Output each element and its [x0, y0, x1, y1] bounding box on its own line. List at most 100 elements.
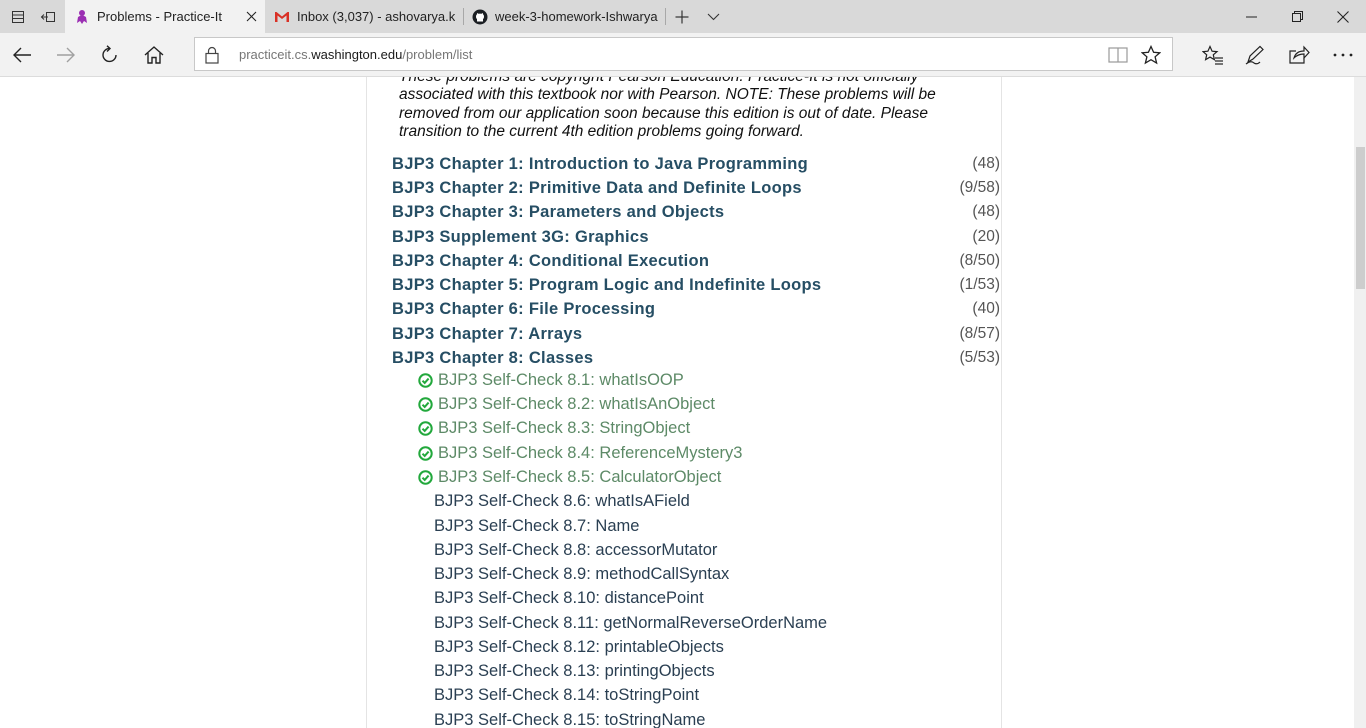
set-tabs-aside-icon[interactable] [32, 0, 64, 33]
chapter-count: (8/50) [959, 252, 1001, 269]
check-circle-icon [418, 396, 433, 412]
address-bar[interactable]: practiceit.cs.washington.edu/problem/lis… [194, 37, 1173, 71]
problem-item[interactable]: BJP3 Self-Check 8.3: StringObject [418, 418, 690, 438]
url-text[interactable]: practiceit.cs.washington.edu/problem/lis… [239, 47, 472, 62]
chapter-count: (20) [972, 228, 1000, 245]
chapter-count: (8/57) [959, 325, 1001, 342]
share-icon[interactable] [1279, 36, 1319, 74]
problem-item[interactable]: BJP3 Self-Check 8.8: accessorMutator [434, 540, 717, 560]
chapter-count: (1/53) [959, 276, 1001, 293]
chapter-count: (48) [972, 155, 1000, 172]
chapter-link[interactable]: BJP3 Chapter 1: Introduction to Java Pro… [392, 155, 808, 174]
chapter-row[interactable]: BJP3 Chapter 2: Primitive Data and Defin… [392, 179, 1002, 201]
problem-item[interactable]: BJP3 Self-Check 8.13: printingObjects [434, 661, 715, 681]
chapter-link[interactable]: BJP3 Chapter 3: Parameters and Objects [392, 203, 724, 222]
check-circle-icon [418, 372, 433, 388]
chapter-count: (48) [972, 203, 1000, 220]
tab-strip: Problems - Practice-It Inbox (3,037) - a… [0, 0, 1366, 33]
chapter-link[interactable]: BJP3 Chapter 8: Classes [392, 349, 593, 368]
url-prefix: practiceit.cs. [239, 47, 312, 62]
github-icon [472, 9, 488, 25]
problem-link[interactable]: BJP3 Self-Check 8.11: getNormalReverseOr… [434, 614, 827, 633]
chapter-row[interactable]: BJP3 Chapter 6: File Processing (40) [392, 300, 1002, 322]
close-tab-icon[interactable] [243, 8, 259, 24]
restore-icon[interactable] [1274, 0, 1320, 33]
chapter-link[interactable]: BJP3 Chapter 4: Conditional Execution [392, 252, 709, 271]
chapter-link[interactable]: BJP3 Chapter 2: Primitive Data and Defin… [392, 179, 802, 198]
chapter-row[interactable]: BJP3 Chapter 1: Introduction to Java Pro… [392, 155, 1002, 177]
lock-icon [204, 46, 220, 64]
copyright-notice: These problems are copyright Pearson Edu… [399, 77, 936, 140]
navigation-bar: practiceit.cs.washington.edu/problem/lis… [0, 33, 1366, 77]
tab-title: week-3-homework-Ishwarya [495, 9, 658, 24]
problem-link[interactable]: BJP3 Self-Check 8.4: ReferenceMystery3 [438, 444, 742, 463]
chapter-row[interactable]: BJP3 Chapter 8: Classes (5/53) [392, 349, 1002, 371]
chapter-row[interactable]: BJP3 Supplement 3G: Graphics (20) [392, 228, 1002, 250]
more-options-icon[interactable] [1323, 36, 1363, 74]
favorites-hub-icon[interactable] [1193, 36, 1233, 74]
chapter-link[interactable]: BJP3 Chapter 5: Program Logic and Indefi… [392, 276, 821, 295]
reading-view-icon[interactable] [1105, 42, 1131, 68]
check-circle-icon [418, 469, 433, 485]
gmail-icon [274, 9, 290, 25]
chapter-link[interactable]: BJP3 Supplement 3G: Graphics [392, 228, 649, 247]
problem-link[interactable]: BJP3 Self-Check 8.3: StringObject [438, 419, 690, 438]
url-path: /problem/list [402, 47, 473, 62]
chapter-row[interactable]: BJP3 Chapter 3: Parameters and Objects (… [392, 203, 1002, 225]
url-host: washington.edu [311, 47, 403, 62]
problem-link[interactable]: BJP3 Self-Check 8.13: printingObjects [434, 662, 715, 681]
chapter-count: (9/58) [959, 179, 1001, 196]
chapter-row[interactable]: BJP3 Chapter 4: Conditional Execution (8… [392, 252, 1002, 274]
tab-list-chevron-icon[interactable] [697, 0, 729, 33]
problem-item[interactable]: BJP3 Self-Check 8.5: CalculatorObject [418, 467, 721, 487]
problem-link[interactable]: BJP3 Self-Check 8.10: distancePoint [434, 589, 704, 608]
back-icon[interactable] [2, 36, 42, 74]
chapter-link[interactable]: BJP3 Chapter 6: File Processing [392, 300, 655, 319]
close-window-icon[interactable] [1320, 0, 1366, 33]
tab-practiceit[interactable]: Problems - Practice-It [65, 0, 265, 33]
problem-item[interactable]: BJP3 Self-Check 8.4: ReferenceMystery3 [418, 443, 742, 463]
problem-link[interactable]: BJP3 Self-Check 8.5: CalculatorObject [438, 468, 721, 487]
problem-item[interactable]: BJP3 Self-Check 8.12: printableObjects [434, 637, 724, 657]
chapter-link[interactable]: BJP3 Chapter 7: Arrays [392, 325, 582, 344]
problem-link[interactable]: BJP3 Self-Check 8.6: whatIsAField [434, 492, 690, 511]
problem-link[interactable]: BJP3 Self-Check 8.9: methodCallSyntax [434, 565, 729, 584]
problem-link[interactable]: BJP3 Self-Check 8.14: toStringPoint [434, 686, 699, 705]
favorite-star-icon[interactable] [1138, 42, 1164, 68]
problem-item[interactable]: BJP3 Self-Check 8.7: Name [434, 516, 639, 536]
check-circle-icon [418, 420, 433, 436]
chapter-count: (40) [972, 300, 1000, 317]
problem-item[interactable]: BJP3 Self-Check 8.14: toStringPoint [434, 685, 699, 705]
forward-icon[interactable] [46, 36, 86, 74]
problem-item[interactable]: BJP3 Self-Check 8.1: whatIsOOP [418, 370, 684, 390]
home-icon[interactable] [134, 36, 174, 74]
problem-item[interactable]: BJP3 Self-Check 8.10: distancePoint [434, 588, 704, 608]
problem-link[interactable]: BJP3 Self-Check 8.7: Name [434, 517, 639, 536]
problem-item[interactable]: BJP3 Self-Check 8.2: whatIsAnObject [418, 394, 715, 414]
tab-preview-icon[interactable] [2, 0, 34, 33]
web-note-pen-icon[interactable] [1236, 36, 1276, 74]
problem-link[interactable]: BJP3 Self-Check 8.12: printableObjects [434, 638, 724, 657]
problem-link[interactable]: BJP3 Self-Check 8.15: toStringName [434, 711, 705, 728]
page-viewport: These problems are copyright Pearson Edu… [0, 77, 1354, 728]
problem-link[interactable]: BJP3 Self-Check 8.8: accessorMutator [434, 541, 717, 560]
vertical-scrollbar[interactable] [1354, 77, 1366, 728]
minimize-icon[interactable] [1228, 0, 1274, 33]
tab-title: Problems - Practice-It [97, 9, 222, 24]
new-tab-icon[interactable] [666, 0, 698, 33]
tab-title: Inbox (3,037) - ashovarya.kp [297, 9, 455, 24]
problem-item[interactable]: BJP3 Self-Check 8.11: getNormalReverseOr… [434, 613, 827, 633]
problem-item[interactable]: BJP3 Self-Check 8.15: toStringName [434, 710, 705, 728]
scrollbar-thumb[interactable] [1356, 147, 1365, 289]
chapter-count: (5/53) [959, 349, 1001, 366]
problem-link[interactable]: BJP3 Self-Check 8.1: whatIsOOP [438, 371, 684, 390]
refresh-icon[interactable] [90, 36, 130, 74]
practiceit-icon [74, 9, 90, 25]
chapter-row[interactable]: BJP3 Chapter 5: Program Logic and Indefi… [392, 276, 1002, 298]
problem-item[interactable]: BJP3 Self-Check 8.9: methodCallSyntax [434, 564, 729, 584]
problem-link[interactable]: BJP3 Self-Check 8.2: whatIsAnObject [438, 395, 715, 414]
tab-github[interactable]: week-3-homework-Ishwarya [463, 0, 663, 33]
chapter-row[interactable]: BJP3 Chapter 7: Arrays (8/57) [392, 325, 1002, 347]
tab-gmail[interactable]: Inbox (3,037) - ashovarya.kp [265, 0, 460, 33]
problem-item[interactable]: BJP3 Self-Check 8.6: whatIsAField [434, 491, 690, 511]
